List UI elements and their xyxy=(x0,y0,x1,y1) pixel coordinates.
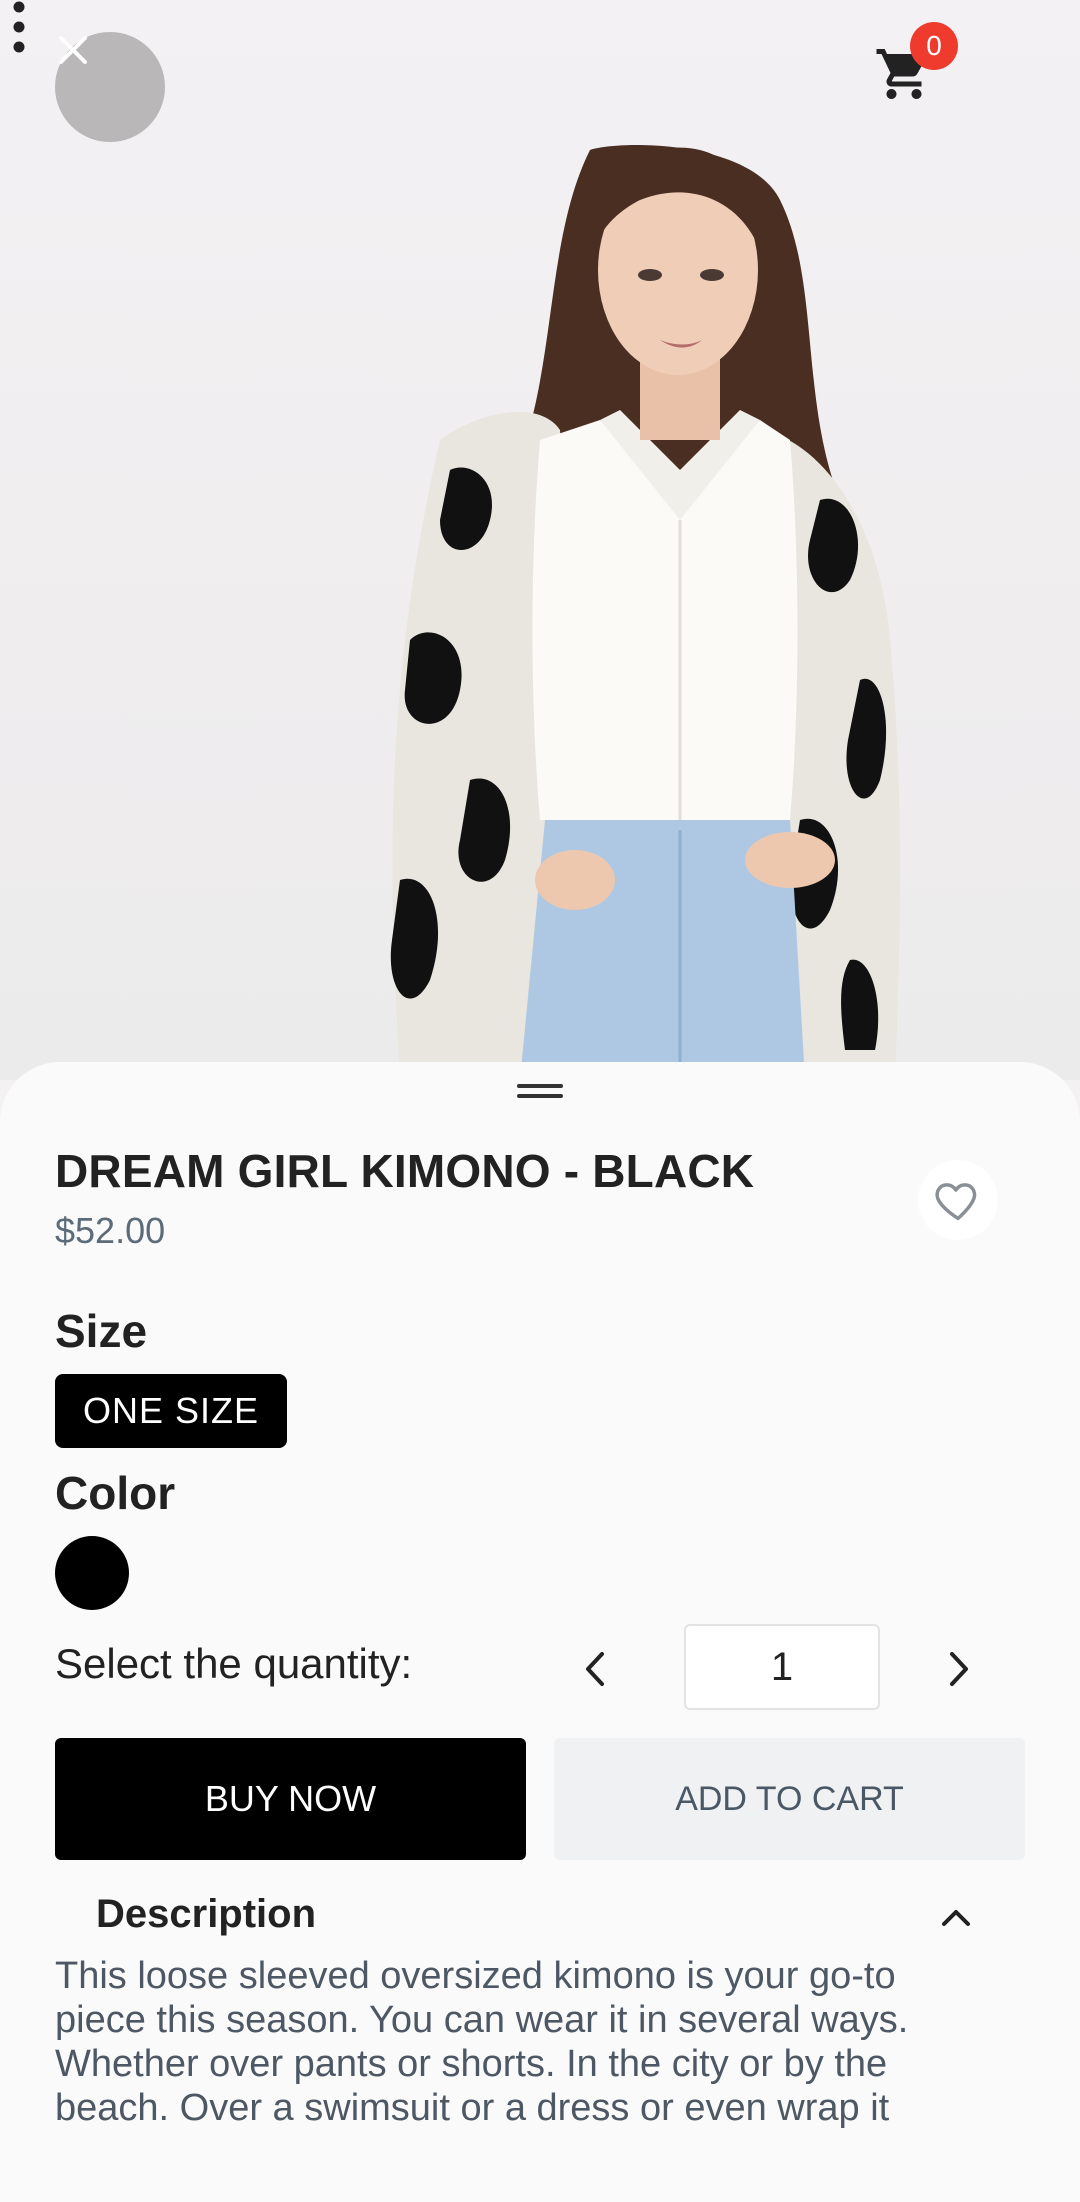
drag-handle[interactable] xyxy=(517,1084,563,1100)
heart-outline-icon xyxy=(935,1183,977,1221)
add-to-cart-button[interactable]: ADD TO CART xyxy=(554,1738,1025,1860)
product-details-sheet: DREAM GIRL KIMONO - BLACK $52.00 Size ON… xyxy=(0,1062,1080,2202)
quantity-field[interactable]: 1 xyxy=(684,1624,880,1710)
description-header[interactable]: Description xyxy=(96,1892,316,1937)
close-button[interactable] xyxy=(55,32,165,142)
product-image: 0 xyxy=(0,0,1080,1080)
color-swatch-black[interactable] xyxy=(55,1536,129,1610)
quantity-label: Select the quantity: xyxy=(55,1640,413,1687)
more-vertical-icon[interactable] xyxy=(0,0,38,54)
description-text: This loose sleeved oversized kimono is y… xyxy=(55,1955,909,2129)
color-label: Color xyxy=(55,1467,176,1519)
chevron-up-icon[interactable] xyxy=(936,1898,976,1938)
favorite-button[interactable] xyxy=(918,1160,998,1240)
product-price: $52.00 xyxy=(55,1210,166,1251)
cart-button[interactable]: 0 xyxy=(868,22,968,112)
buy-now-button[interactable]: BUY NOW xyxy=(55,1738,526,1860)
product-title: DREAM GIRL KIMONO - BLACK xyxy=(55,1145,755,1197)
chevron-right-icon[interactable] xyxy=(934,1644,984,1694)
size-label: Size xyxy=(55,1305,148,1357)
model-illustration xyxy=(390,145,900,1080)
cart-count-badge: 0 xyxy=(910,22,958,70)
size-option-one-size[interactable]: ONE SIZE xyxy=(55,1374,287,1448)
close-icon xyxy=(59,36,87,64)
chevron-left-icon[interactable] xyxy=(570,1644,620,1694)
